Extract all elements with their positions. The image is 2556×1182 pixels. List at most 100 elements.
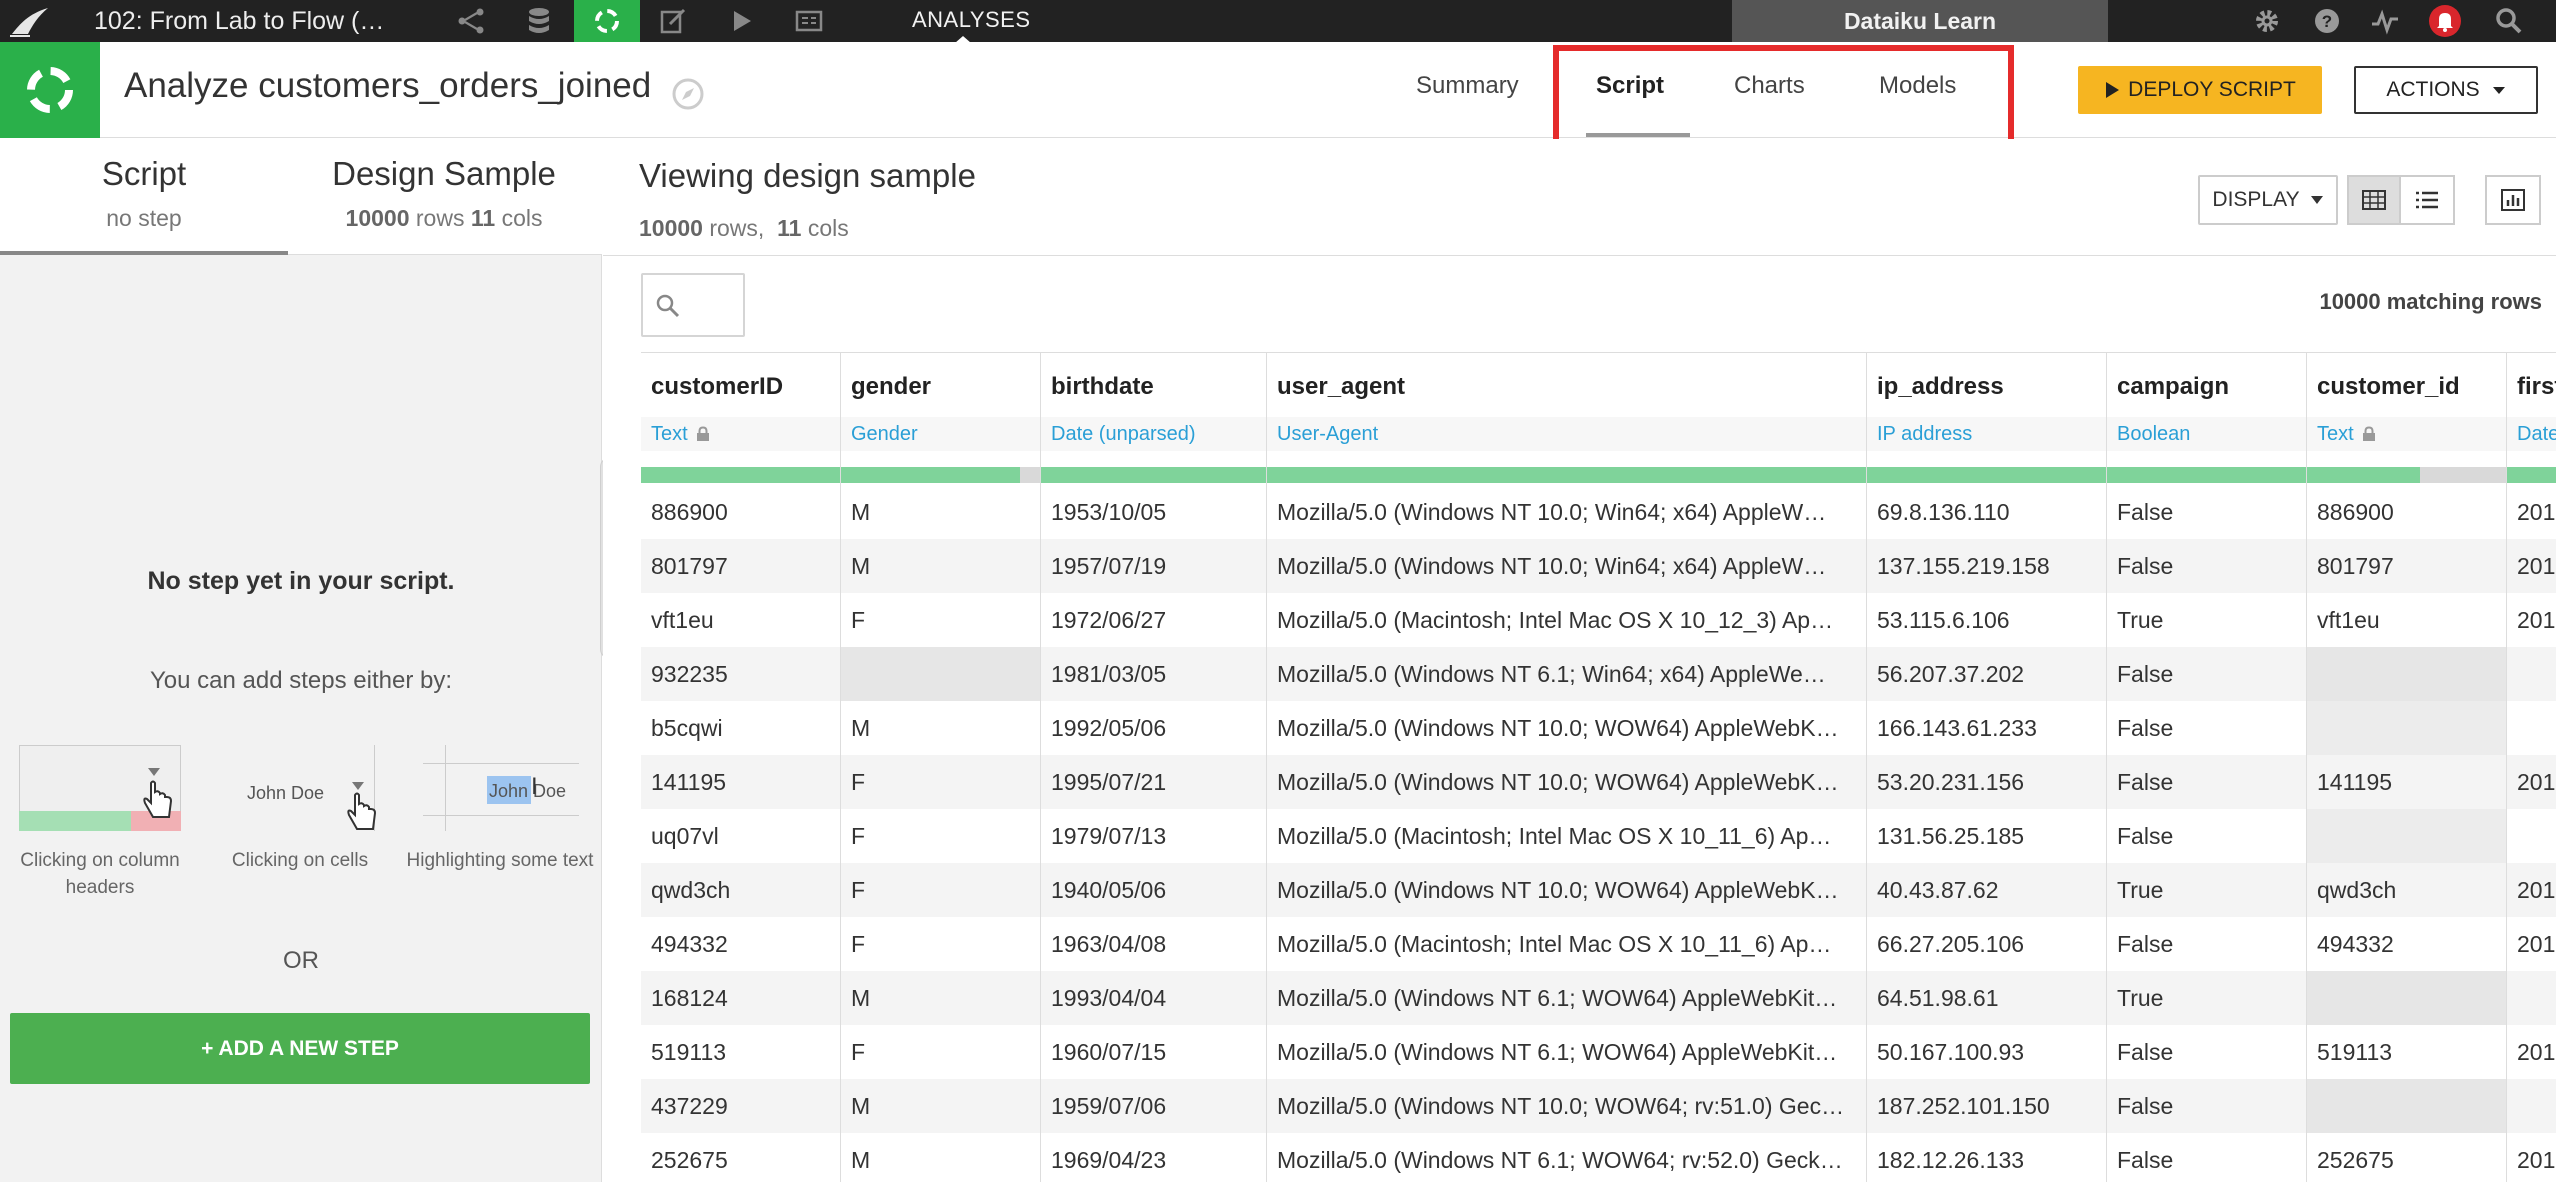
table-cell[interactable]: False [2107,755,2306,809]
table-cell[interactable]: False [2107,1079,2306,1133]
table-cell[interactable] [2507,971,2556,1025]
run-play-icon[interactable] [726,6,756,36]
table-cell[interactable]: Mozilla/5.0 (Windows NT 10.0; Win64; x64… [1267,485,1866,539]
table-cell[interactable]: 201 [2507,1133,2556,1182]
table-cell[interactable] [841,647,1040,701]
table-cell[interactable]: qwd3ch [641,863,840,917]
table-cell[interactable]: F [841,809,1040,863]
column-header-name[interactable]: customer_id [2317,373,2460,401]
table-cell[interactable]: 494332 [641,917,840,971]
table-cell[interactable]: 201 [2507,755,2556,809]
table-cell[interactable] [2307,809,2506,863]
table-cell[interactable]: F [841,863,1040,917]
table-cell[interactable]: 40.43.87.62 [1867,863,2106,917]
add-new-step-button[interactable]: + ADD A NEW STEP [10,1013,590,1084]
table-cell[interactable]: 494332 [2307,917,2506,971]
table-cell[interactable]: 1963/04/08 [1041,917,1266,971]
table-cell[interactable]: 137.155.219.158 [1867,539,2106,593]
analysis-title[interactable]: Analyze customers_orders_joined [124,66,651,106]
table-cell[interactable]: vft1eu [2307,593,2506,647]
table-cell[interactable]: False [2107,485,2306,539]
table-cell[interactable]: 519113 [2307,1025,2506,1079]
list-view-toggle[interactable] [2401,175,2455,225]
column-quality-bar[interactable] [2107,467,2306,483]
table-cell[interactable]: Mozilla/5.0 (Macintosh; Intel Mac OS X 1… [1267,593,1866,647]
table-cell[interactable]: 1995/07/21 [1041,755,1266,809]
tab-charts[interactable]: Charts [1734,72,1805,100]
table-cell[interactable]: False [2107,1025,2306,1079]
column-header-name[interactable]: gender [851,373,931,401]
table-cell[interactable]: False [2107,701,2306,755]
lab-nav-active[interactable] [574,0,640,42]
table-cell[interactable]: 1960/07/15 [1041,1025,1266,1079]
deploy-script-button[interactable]: DEPLOY SCRIPT [2078,66,2322,114]
table-cell[interactable]: 141195 [641,755,840,809]
table-cell[interactable]: Mozilla/5.0 (Windows NT 10.0; WOW64; rv:… [1267,1079,1866,1133]
column-header-name[interactable]: user_agent [1277,373,1405,401]
table-cell[interactable]: False [2107,539,2306,593]
table-cell[interactable]: 1972/06/27 [1041,593,1266,647]
table-cell[interactable]: 932235 [641,647,840,701]
table-cell[interactable]: Mozilla/5.0 (Windows NT 10.0; WOW64) App… [1267,701,1866,755]
column-header-name[interactable]: customerID [651,373,783,401]
table-cell[interactable]: qwd3ch [2307,863,2506,917]
table-cell[interactable]: 201 [2507,863,2556,917]
table-cell[interactable] [2307,701,2506,755]
table-cell[interactable]: Mozilla/5.0 (Windows NT 6.1; WOW64) Appl… [1267,1025,1866,1079]
table-cell[interactable]: 1992/05/06 [1041,701,1266,755]
actions-dropdown-button[interactable]: ACTIONS [2354,66,2538,114]
table-cell[interactable]: F [841,1025,1040,1079]
table-cell[interactable]: M [841,1079,1040,1133]
table-cell[interactable] [2307,1079,2506,1133]
column-stats-button[interactable] [2485,175,2541,225]
table-cell[interactable] [2307,971,2506,1025]
table-cell[interactable]: False [2107,647,2306,701]
table-cell[interactable]: 801797 [641,539,840,593]
table-cell[interactable]: 69.8.136.110 [1867,485,2106,539]
column-meaning[interactable]: Date [2507,417,2556,451]
table-cell[interactable]: 252675 [641,1133,840,1182]
table-cell[interactable]: vft1eu [641,593,840,647]
table-cell[interactable]: 519113 [641,1025,840,1079]
table-cell[interactable]: F [841,917,1040,971]
table-cell[interactable]: Mozilla/5.0 (Macintosh; Intel Mac OS X 1… [1267,809,1866,863]
table-cell[interactable]: Mozilla/5.0 (Macintosh; Intel Mac OS X 1… [1267,917,1866,971]
column-meaning[interactable]: Text [641,417,840,451]
column-header-name[interactable]: campaign [2117,373,2229,401]
notifications-bell-icon[interactable] [2428,4,2462,38]
column-header-name[interactable]: first_order_date [2517,373,2556,401]
table-cell[interactable]: M [841,701,1040,755]
table-cell[interactable]: 64.51.98.61 [1867,971,2106,1025]
table-cell[interactable]: 168124 [641,971,840,1025]
table-cell[interactable]: 201 [2507,917,2556,971]
table-cell[interactable]: True [2107,593,2306,647]
table-cell[interactable]: False [2107,809,2306,863]
table-cell[interactable]: 1940/05/06 [1041,863,1266,917]
table-search-input[interactable] [641,273,745,337]
table-cell[interactable]: 201 [2507,485,2556,539]
table-cell[interactable]: M [841,1133,1040,1182]
table-cell[interactable]: True [2107,863,2306,917]
table-cell[interactable]: 53.20.231.156 [1867,755,2106,809]
table-cell[interactable]: 252675 [2307,1133,2506,1182]
table-cell[interactable]: 66.27.205.106 [1867,917,2106,971]
table-cell[interactable]: Mozilla/5.0 (Windows NT 10.0; WOW64) App… [1267,863,1866,917]
table-cell[interactable]: 166.143.61.233 [1867,701,2106,755]
column-quality-bar[interactable] [641,467,840,483]
column-header-name[interactable]: ip_address [1877,373,2004,401]
current-section-analyses[interactable]: ANALYSES [912,0,1031,42]
table-cell[interactable] [2307,647,2506,701]
notebook-edit-icon[interactable] [658,6,688,36]
table-cell[interactable]: True [2107,971,2306,1025]
table-cell[interactable]: Mozilla/5.0 (Windows NT 6.1; Win64; x64)… [1267,647,1866,701]
table-cell[interactable]: 141195 [2307,755,2506,809]
tab-summary[interactable]: Summary [1416,72,1519,100]
table-cell[interactable]: 801797 [2307,539,2506,593]
datasets-icon[interactable] [524,6,554,36]
column-quality-bar[interactable] [1867,467,2106,483]
table-cell[interactable]: Mozilla/5.0 (Windows NT 10.0; WOW64) App… [1267,755,1866,809]
table-cell[interactable]: 1957/07/19 [1041,539,1266,593]
column-meaning[interactable]: Gender [841,417,1040,451]
column-meaning[interactable]: Boolean [2107,417,2306,451]
table-cell[interactable]: 886900 [641,485,840,539]
